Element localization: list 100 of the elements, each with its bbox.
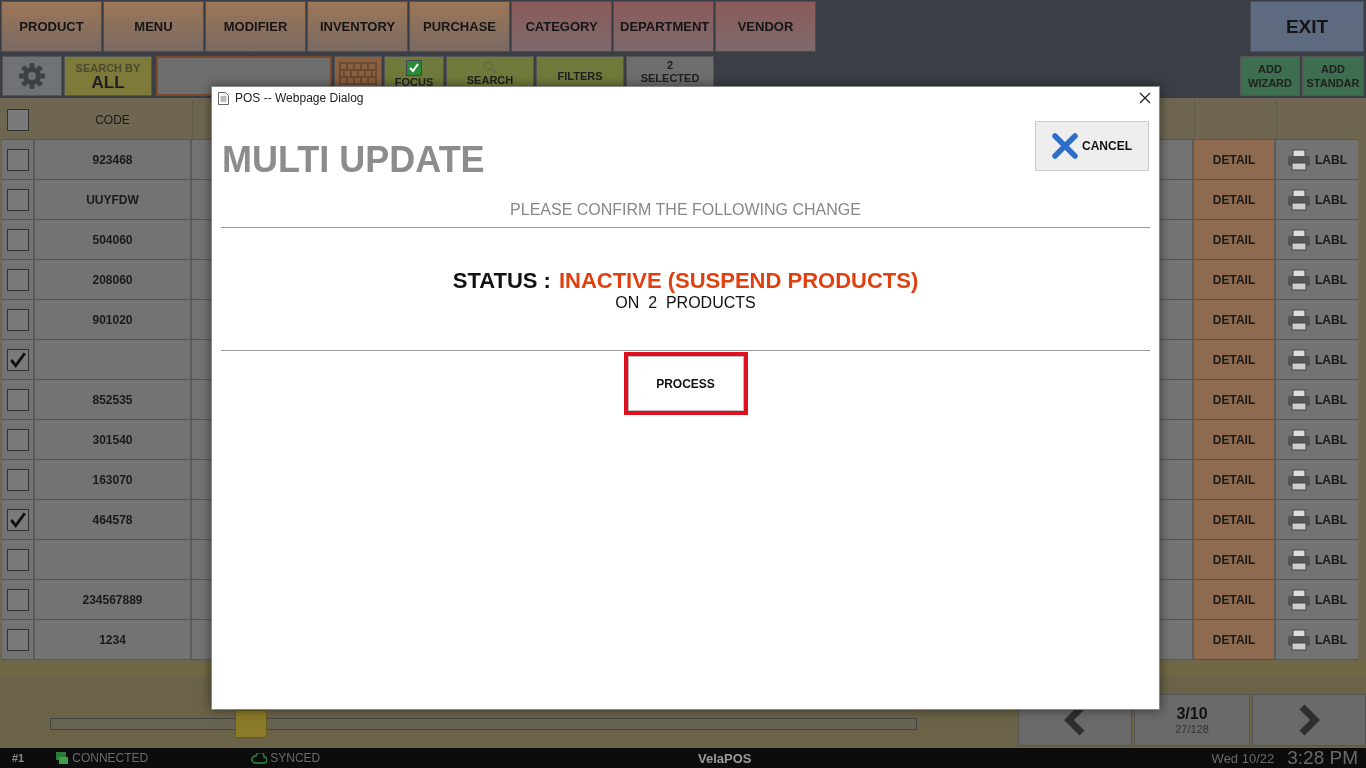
label-button[interactable]: LABL bbox=[1276, 500, 1358, 539]
computer-icon bbox=[55, 751, 70, 765]
row-checkbox[interactable] bbox=[6, 228, 29, 251]
label-button[interactable]: LABL bbox=[1276, 620, 1358, 659]
settings-button[interactable] bbox=[2, 56, 62, 96]
dialog-heading: MULTI UPDATE bbox=[222, 139, 485, 181]
printer-icon bbox=[1287, 428, 1311, 451]
nav-tab[interactable]: VENDOR bbox=[715, 1, 816, 52]
row-checkbox[interactable] bbox=[6, 268, 29, 291]
detail-button[interactable]: DETAIL bbox=[1194, 540, 1274, 579]
select-all-checkbox[interactable] bbox=[6, 108, 29, 131]
row-checkbox[interactable] bbox=[6, 348, 29, 371]
change-label: STATUS : bbox=[452, 268, 551, 293]
nav-tab[interactable]: MENU bbox=[103, 1, 204, 52]
table-cell: 1234 bbox=[35, 620, 190, 659]
row-checkbox[interactable] bbox=[6, 468, 29, 491]
printer-icon bbox=[1287, 148, 1311, 171]
row-checkbox[interactable] bbox=[6, 508, 29, 531]
detail-button[interactable]: DETAIL bbox=[1194, 180, 1274, 219]
printer-icon bbox=[1287, 348, 1311, 371]
change-value: INACTIVE (SUSPEND PRODUCTS) bbox=[558, 268, 919, 293]
status-time: 3:28 PM bbox=[1287, 747, 1358, 768]
printer-icon bbox=[1287, 388, 1311, 411]
table-cell: 208060 bbox=[35, 260, 190, 299]
detail-button[interactable]: DETAIL bbox=[1194, 220, 1274, 259]
printer-icon bbox=[1287, 188, 1311, 211]
detail-button[interactable]: DETAIL bbox=[1194, 300, 1274, 339]
add-standard-button[interactable]: ADD STANDAR bbox=[1302, 56, 1364, 96]
label-button[interactable]: LABL bbox=[1276, 460, 1358, 499]
add-wizard-button[interactable]: ADD WIZARD bbox=[1240, 56, 1300, 96]
connection-status: CONNECTED bbox=[72, 751, 149, 765]
row-checkbox[interactable] bbox=[6, 308, 29, 331]
terminal-number: #1 bbox=[12, 752, 25, 764]
checkbox-icon bbox=[406, 60, 422, 76]
printer-icon bbox=[1287, 468, 1311, 491]
next-page-button[interactable] bbox=[1252, 694, 1366, 746]
detail-button[interactable]: DETAIL bbox=[1194, 340, 1274, 379]
printer-icon bbox=[1287, 508, 1311, 531]
detail-button[interactable]: DETAIL bbox=[1194, 140, 1274, 179]
nav-tab[interactable]: INVENTORY bbox=[307, 1, 408, 52]
row-checkbox[interactable] bbox=[6, 628, 29, 651]
cancel-button[interactable]: CANCEL bbox=[1035, 121, 1149, 171]
table-cell: UUYFDW bbox=[35, 180, 190, 219]
printer-icon bbox=[1287, 628, 1311, 651]
status-date: Wed 10/22 bbox=[1211, 750, 1275, 766]
table-cell: 163070 bbox=[35, 460, 190, 499]
printer-icon bbox=[1287, 228, 1311, 251]
close-icon[interactable] bbox=[1139, 92, 1151, 104]
scrollbar-thumb[interactable] bbox=[235, 710, 267, 738]
label-button[interactable]: LABL bbox=[1276, 380, 1358, 419]
close-icon bbox=[1052, 133, 1078, 159]
dialog-title: POS -- Webpage Dialog bbox=[235, 91, 364, 105]
label-button[interactable]: LABL bbox=[1276, 340, 1358, 379]
settings-icon bbox=[17, 61, 47, 91]
table-cell: 504060 bbox=[35, 220, 190, 259]
confirm-prompt: PLEASE CONFIRM THE FOLLOWING CHANGE bbox=[221, 201, 1150, 228]
nav-tab[interactable]: PRODUCT bbox=[1, 1, 102, 52]
row-checkbox[interactable] bbox=[6, 548, 29, 571]
printer-icon bbox=[1287, 268, 1311, 291]
cloud-icon bbox=[251, 752, 268, 764]
nav-tab[interactable]: CATEGORY bbox=[511, 1, 612, 52]
row-checkbox[interactable] bbox=[6, 188, 29, 211]
nav-tab[interactable]: MODIFIER bbox=[205, 1, 306, 52]
table-cell: 234567889 bbox=[35, 580, 190, 619]
page-number: 3/10 bbox=[1176, 705, 1208, 723]
nav-tab[interactable]: PURCHASE bbox=[409, 1, 510, 52]
label-button[interactable]: LABL bbox=[1276, 220, 1358, 259]
nav-tab[interactable]: DEPARTMENT bbox=[613, 1, 714, 52]
printer-icon bbox=[1287, 308, 1311, 331]
printer-icon bbox=[1287, 548, 1311, 571]
printer-icon bbox=[1287, 588, 1311, 611]
sync-status: SYNCED bbox=[270, 751, 321, 765]
label-button[interactable]: LABL bbox=[1276, 580, 1358, 619]
label-button[interactable]: LABL bbox=[1276, 260, 1358, 299]
table-cell: 923468 bbox=[35, 140, 190, 179]
label-button[interactable]: LABL bbox=[1276, 540, 1358, 579]
document-icon bbox=[218, 91, 229, 105]
table-cell: 901020 bbox=[35, 300, 190, 339]
table-cell: 464578 bbox=[35, 500, 190, 539]
exit-button[interactable]: EXIT bbox=[1250, 1, 1364, 52]
label-button[interactable]: LABL bbox=[1276, 140, 1358, 179]
detail-button[interactable]: DETAIL bbox=[1194, 580, 1274, 619]
detail-button[interactable]: DETAIL bbox=[1194, 620, 1274, 659]
app-name: VelaPOS bbox=[698, 750, 752, 766]
detail-button[interactable]: DETAIL bbox=[1194, 260, 1274, 299]
table-cell: 301540 bbox=[35, 420, 190, 459]
table-cell: 852535 bbox=[35, 380, 190, 419]
label-button[interactable]: LABL bbox=[1276, 420, 1358, 459]
label-button[interactable]: LABL bbox=[1276, 300, 1358, 339]
process-button[interactable]: PROCESS bbox=[623, 352, 748, 415]
detail-button[interactable]: DETAIL bbox=[1194, 420, 1274, 459]
row-checkbox[interactable] bbox=[6, 428, 29, 451]
row-checkbox[interactable] bbox=[6, 388, 29, 411]
change-scope: ON 2 PRODUCTS bbox=[615, 294, 756, 312]
detail-button[interactable]: DETAIL bbox=[1194, 500, 1274, 539]
row-checkbox[interactable] bbox=[6, 588, 29, 611]
detail-button[interactable]: DETAIL bbox=[1194, 380, 1274, 419]
row-checkbox[interactable] bbox=[6, 148, 29, 171]
label-button[interactable]: LABL bbox=[1276, 180, 1358, 219]
detail-button[interactable]: DETAIL bbox=[1194, 460, 1274, 499]
